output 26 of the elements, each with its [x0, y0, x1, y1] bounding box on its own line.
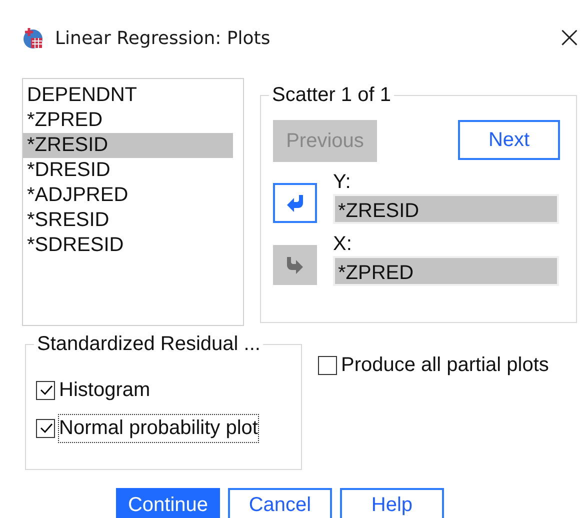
arrow-icon [286, 255, 304, 275]
checkbox-label[interactable]: Produce all partial plots [340, 350, 550, 380]
checkbox[interactable] [318, 356, 337, 374]
axis-label: Y: [333, 170, 352, 194]
checkbox-label[interactable]: Normal probability plot [58, 414, 259, 442]
variable-item[interactable]: DEPENDNT [23, 83, 233, 108]
variable-item[interactable]: *ZPRED [23, 108, 233, 133]
checkbox-label[interactable]: Histogram [58, 376, 152, 404]
close-button[interactable]: × [556, 23, 582, 53]
next-button[interactable]: Next [458, 120, 560, 160]
checkbox[interactable] [36, 418, 55, 438]
variable-item[interactable]: *DRESID [23, 158, 233, 183]
dialog-button[interactable]: Help [340, 488, 444, 518]
move-button[interactable] [273, 183, 317, 223]
axis-label: X: [333, 232, 353, 256]
variable-item[interactable]: *SRESID [23, 208, 233, 233]
dialog-button[interactable]: Cancel [228, 488, 332, 518]
variable-item[interactable]: *ADJPRED [23, 183, 233, 208]
checkbox[interactable] [36, 380, 55, 400]
window-title: Linear Regression: Plots [55, 28, 272, 48]
variable-field[interactable]: *ZRESID [333, 194, 559, 224]
app-icon [22, 27, 44, 49]
dialog-button[interactable]: Continue [116, 488, 220, 518]
variable-item[interactable]: *SDRESID [23, 233, 233, 258]
arrow-icon [286, 193, 304, 213]
variable-item[interactable]: *ZRESID [23, 133, 233, 158]
